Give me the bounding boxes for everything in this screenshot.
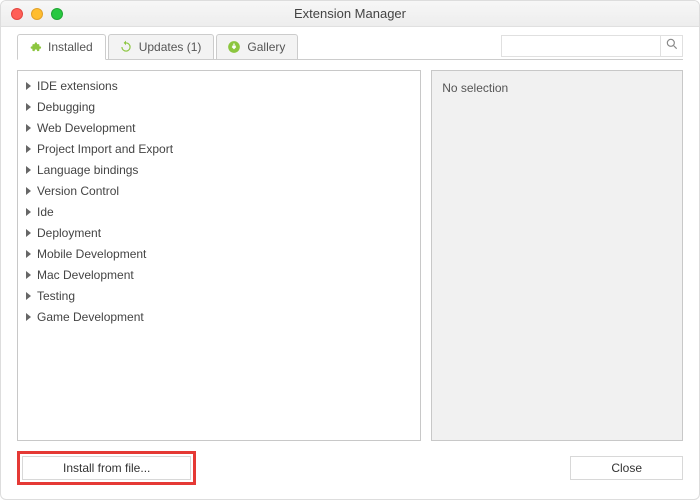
close-button[interactable]: Close xyxy=(570,456,683,480)
category-item[interactable]: Mac Development xyxy=(18,264,420,285)
category-item[interactable]: Debugging xyxy=(18,96,420,117)
category-item-label: Game Development xyxy=(37,310,144,324)
titlebar: Extension Manager xyxy=(1,1,699,27)
tab-installed[interactable]: Installed xyxy=(17,34,106,60)
no-selection-label: No selection xyxy=(442,81,508,95)
chevron-right-icon xyxy=(26,124,31,132)
chevron-right-icon xyxy=(26,313,31,321)
category-item[interactable]: Game Development xyxy=(18,306,420,327)
category-item-label: IDE extensions xyxy=(37,79,118,93)
tab-gallery-label: Gallery xyxy=(247,40,285,54)
category-item[interactable]: Web Development xyxy=(18,117,420,138)
category-item[interactable]: Version Control xyxy=(18,180,420,201)
search-icon xyxy=(665,37,679,56)
refresh-icon xyxy=(119,40,133,54)
category-item-label: Mobile Development xyxy=(37,247,146,261)
search-button[interactable] xyxy=(661,35,683,57)
chevron-right-icon xyxy=(26,145,31,153)
tab-updates[interactable]: Updates (1) xyxy=(108,34,215,60)
category-item[interactable]: Ide xyxy=(18,201,420,222)
tab-gallery[interactable]: Gallery xyxy=(216,34,298,60)
category-item[interactable]: Language bindings xyxy=(18,159,420,180)
category-item-label: Version Control xyxy=(37,184,119,198)
tab-updates-label: Updates (1) xyxy=(139,40,202,54)
category-item[interactable]: Project Import and Export xyxy=(18,138,420,159)
search-input[interactable] xyxy=(501,35,661,57)
detail-panel: No selection xyxy=(431,70,683,441)
category-item[interactable]: Deployment xyxy=(18,222,420,243)
category-item-label: Language bindings xyxy=(37,163,138,177)
window-title: Extension Manager xyxy=(1,6,699,21)
search-wrap xyxy=(501,35,683,57)
category-item-label: Ide xyxy=(37,205,54,219)
footer: Install from file... Close xyxy=(1,441,699,499)
tab-installed-label: Installed xyxy=(48,40,93,54)
install-from-file-button[interactable]: Install from file... xyxy=(22,456,191,480)
chevron-right-icon xyxy=(26,187,31,195)
tab-bar: Installed Updates (1) Gallery xyxy=(17,33,298,59)
category-item[interactable]: IDE extensions xyxy=(18,75,420,96)
category-item[interactable]: Testing xyxy=(18,285,420,306)
category-item-label: Mac Development xyxy=(37,268,134,282)
category-item-label: Web Development xyxy=(37,121,136,135)
category-item-label: Debugging xyxy=(37,100,95,114)
chevron-right-icon xyxy=(26,208,31,216)
chevron-right-icon xyxy=(26,229,31,237)
chevron-right-icon xyxy=(26,82,31,90)
category-panel: IDE extensions Debugging Web Development Pr… xyxy=(17,70,421,441)
chevron-right-icon xyxy=(26,166,31,174)
download-icon xyxy=(227,40,241,54)
chevron-right-icon xyxy=(26,292,31,300)
category-item-label: Deployment xyxy=(37,226,101,240)
category-item-label: Project Import and Export xyxy=(37,142,173,156)
puzzle-icon xyxy=(28,40,42,54)
chevron-right-icon xyxy=(26,103,31,111)
chevron-right-icon xyxy=(26,250,31,258)
category-item-label: Testing xyxy=(37,289,75,303)
content-area: IDE extensions Debugging Web Development Pr… xyxy=(17,59,683,441)
category-list: IDE extensions Debugging Web Development Pr… xyxy=(18,71,420,331)
chevron-right-icon xyxy=(26,271,31,279)
toolbar: Installed Updates (1) Gallery xyxy=(1,27,699,59)
category-item[interactable]: Mobile Development xyxy=(18,243,420,264)
highlight-box: Install from file... xyxy=(17,451,196,485)
extension-manager-window: Extension Manager Installed Updates (1) … xyxy=(0,0,700,500)
